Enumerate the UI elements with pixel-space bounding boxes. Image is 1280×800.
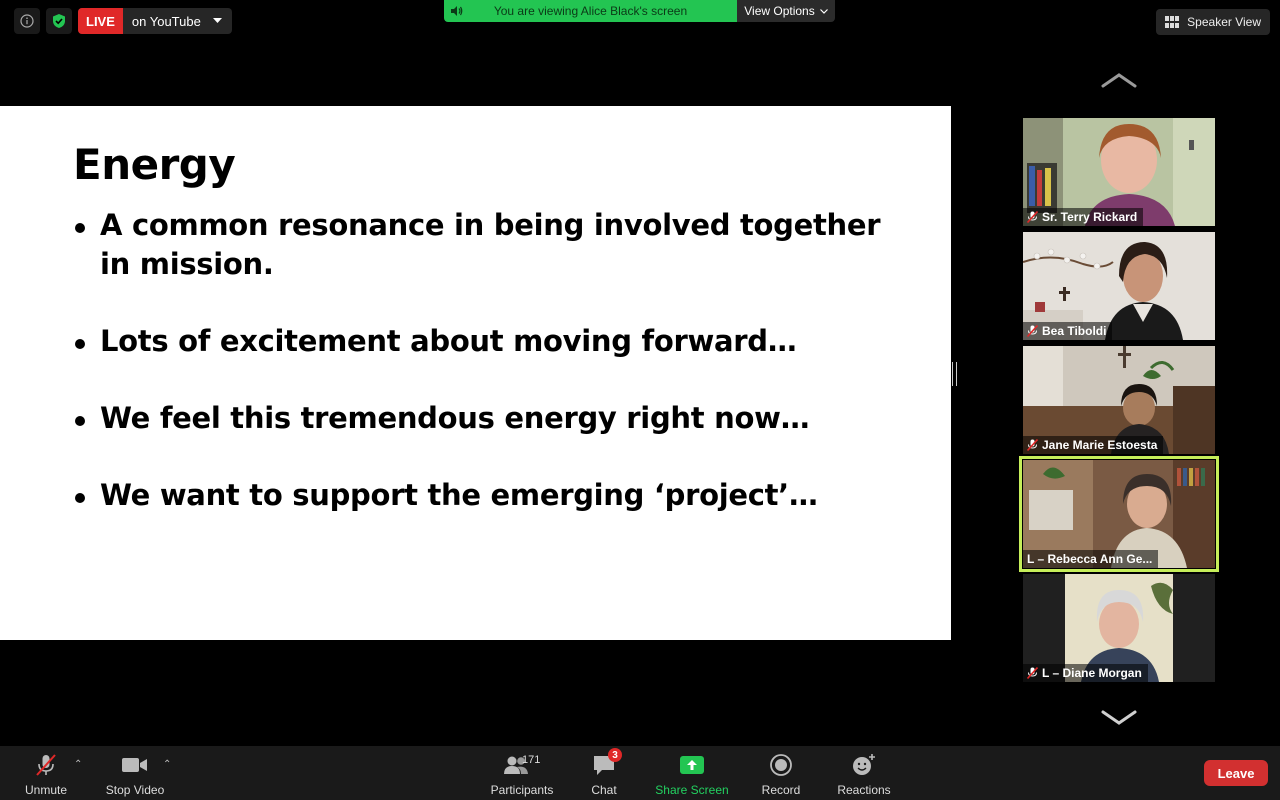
- share-screen-icon: [680, 756, 704, 774]
- participant-video-tile[interactable]: Sr. Terry Rickard: [1023, 118, 1215, 226]
- stop-video-button[interactable]: Stop Video: [102, 752, 168, 797]
- gallery-scroll-down-icon[interactable]: [1101, 710, 1137, 726]
- chat-unread-badge: 3: [608, 748, 622, 762]
- record-icon: [770, 754, 792, 776]
- participants-button[interactable]: 171 Participants: [487, 752, 557, 797]
- participant-video-tile[interactable]: Jane Marie Estoesta: [1023, 346, 1215, 454]
- participant-name-tag: L – Rebecca Ann Ge...: [1023, 550, 1159, 568]
- slide-bullet: Lots of excitement about moving forward…: [73, 322, 893, 361]
- leave-meeting-button[interactable]: Leave: [1204, 760, 1268, 786]
- grid-view-icon: [1165, 16, 1180, 28]
- participant-name-tag: L – Diane Morgan: [1023, 664, 1148, 682]
- muted-mic-icon: [1027, 667, 1038, 679]
- participant-video-tile[interactable]: L – Diane Morgan: [1023, 574, 1215, 682]
- stop-video-label: Stop Video: [105, 783, 165, 797]
- share-screen-button[interactable]: Share Screen: [652, 752, 732, 797]
- unmute-button[interactable]: Unmute: [22, 752, 70, 797]
- participant-name-tag: Bea Tiboldi: [1023, 322, 1113, 340]
- live-stream-menu[interactable]: LIVE on YouTube: [78, 8, 232, 34]
- meeting-toolbar: Unmute ⌃ Stop Video ⌃ 171 Participants 3…: [0, 746, 1280, 800]
- unmute-label: Unmute: [24, 783, 68, 797]
- chat-label: Chat: [591, 783, 617, 797]
- panel-resize-handle[interactable]: [952, 362, 957, 386]
- participant-name: Bea Tiboldi: [1042, 324, 1107, 338]
- viewing-screen-indicator: You are viewing Alice Black's screen: [444, 0, 737, 22]
- chat-button[interactable]: 3 Chat: [586, 748, 622, 797]
- slide-bullet-list: A common resonance in being involved tog…: [73, 206, 893, 553]
- share-screen-label: Share Screen: [655, 783, 729, 797]
- screen-share-banner: You are viewing Alice Black's screen Vie…: [444, 0, 835, 22]
- speaker-view-label: Speaker View: [1187, 15, 1261, 29]
- gallery-scroll-up-icon[interactable]: [1101, 72, 1137, 88]
- view-options-label: View Options: [744, 4, 815, 18]
- slide-bullet: We want to support the emerging ‘project…: [73, 476, 893, 515]
- live-platform-label: on YouTube: [131, 13, 201, 29]
- view-options-button[interactable]: View Options: [737, 0, 835, 22]
- audio-options-caret-icon[interactable]: ⌃: [74, 759, 82, 770]
- muted-mic-icon: [1027, 211, 1038, 223]
- chevron-down-icon: [209, 18, 232, 24]
- muted-mic-icon: [1027, 439, 1038, 451]
- participant-name: L – Diane Morgan: [1042, 666, 1142, 680]
- record-label: Record: [761, 783, 801, 797]
- speaker-view-button[interactable]: Speaker View: [1156, 9, 1270, 35]
- participant-name-tag: Jane Marie Estoesta: [1023, 436, 1164, 454]
- participants-label: Participants: [490, 783, 554, 797]
- shared-screen-slide: Energy A common resonance in being invol…: [0, 106, 951, 640]
- info-icon: [20, 14, 34, 28]
- participant-name: Sr. Terry Rickard: [1042, 210, 1138, 224]
- participant-name-tag: Sr. Terry Rickard: [1023, 208, 1144, 226]
- active-speaker-video-tile[interactable]: L – Rebecca Ann Ge...: [1019, 456, 1219, 572]
- viewing-screen-text: You are viewing Alice Black's screen: [493, 4, 688, 18]
- participant-name: Jane Marie Estoesta: [1042, 438, 1158, 452]
- slide-bullet: A common resonance in being involved tog…: [73, 206, 893, 284]
- record-button[interactable]: Record: [758, 752, 804, 797]
- live-badge: LIVE: [78, 8, 123, 34]
- participant-video-tile[interactable]: Bea Tiboldi: [1023, 232, 1215, 340]
- encryption-button[interactable]: [46, 8, 72, 34]
- muted-mic-icon: [1027, 325, 1038, 337]
- slide-title: Energy: [73, 140, 236, 189]
- video-options-caret-icon[interactable]: ⌃: [163, 759, 171, 770]
- chevron-down-icon: [819, 8, 828, 14]
- video-camera-icon: [122, 758, 147, 772]
- reactions-label: Reactions: [837, 783, 891, 797]
- muted-microphone-icon: [36, 754, 56, 776]
- meeting-info-group: LIVE on YouTube: [14, 8, 232, 34]
- shield-check-icon: [53, 14, 65, 28]
- participants-count: 171: [522, 754, 541, 766]
- reactions-button[interactable]: Reactions: [834, 752, 894, 797]
- smiley-plus-icon: [853, 754, 875, 775]
- meeting-info-button[interactable]: [14, 8, 40, 34]
- slide-bullet: We feel this tremendous energy right now…: [73, 399, 893, 438]
- participant-name: L – Rebecca Ann Ge...: [1027, 552, 1153, 566]
- speaker-icon: [450, 5, 463, 20]
